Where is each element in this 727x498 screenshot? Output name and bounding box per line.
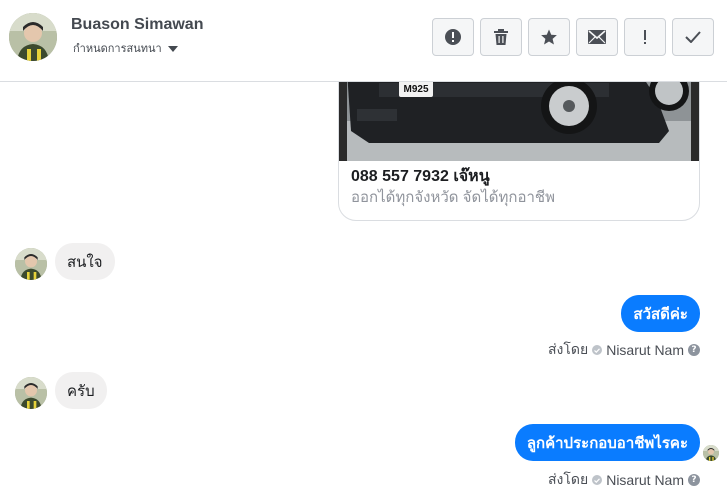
mark-done-button[interactable] [672,18,714,56]
agent-name[interactable]: Nisarut Nam [606,342,684,358]
sender-avatar[interactable] [15,377,47,409]
help-icon[interactable]: ? [688,474,700,486]
report-icon [445,29,461,45]
conversation-schedule-dropdown[interactable]: กำหนดการสนทนา [73,39,178,57]
contact-name[interactable]: Buason Simawan [71,16,203,34]
check-icon [685,31,701,43]
exclamation-icon [644,30,646,44]
verified-check-icon [592,345,603,355]
license-plate: M925 [403,84,428,95]
sender-avatar[interactable] [15,248,47,280]
mail-icon [588,30,606,44]
incoming-message[interactable]: ครับ [55,372,107,409]
car-image: M925 [339,82,699,161]
report-button[interactable] [432,18,474,56]
card-subtitle: ออกได้ทุกจังหวัด จัดได้ทุกอาชีพ [351,189,555,206]
star-icon [541,29,557,45]
sent-by-label: ส่งโดย [548,341,589,357]
verified-check-icon [592,475,603,485]
agent-name[interactable]: Nisarut Nam [606,472,684,488]
seen-avatar [703,445,719,461]
sent-by-info: ส่งโดย Nisarut Nam ? [548,339,700,361]
help-icon[interactable]: ? [688,344,700,356]
shared-post-card[interactable]: M925 088 557 7932 เจ๊หนู ออกได้ทุกจังหวั… [338,82,700,221]
conversation-header: Buason Simawan กำหนดการสนทนา [0,0,727,82]
trash-icon [494,29,508,45]
incoming-message[interactable]: สนใจ [55,243,115,280]
spam-button[interactable] [624,18,666,56]
conversation-toolbar [432,18,714,56]
delete-button[interactable] [480,18,522,56]
caret-down-icon [167,45,178,52]
outgoing-message[interactable]: สวัสดีค่ะ [621,295,700,332]
star-button[interactable] [528,18,570,56]
sent-by-label: ส่งโดย [548,471,589,487]
conversation-schedule-label: กำหนดการสนทนา [73,43,162,55]
outgoing-message[interactable]: ลูกค้าประกอบอาชีพไรคะ [514,424,700,461]
contact-avatar[interactable] [9,13,57,61]
mark-unread-button[interactable] [576,18,618,56]
sent-by-info: ส่งโดย Nisarut Nam ? [548,469,700,491]
message-thread[interactable]: M925 088 557 7932 เจ๊หนู ออกได้ทุกจังหวั… [0,82,727,498]
